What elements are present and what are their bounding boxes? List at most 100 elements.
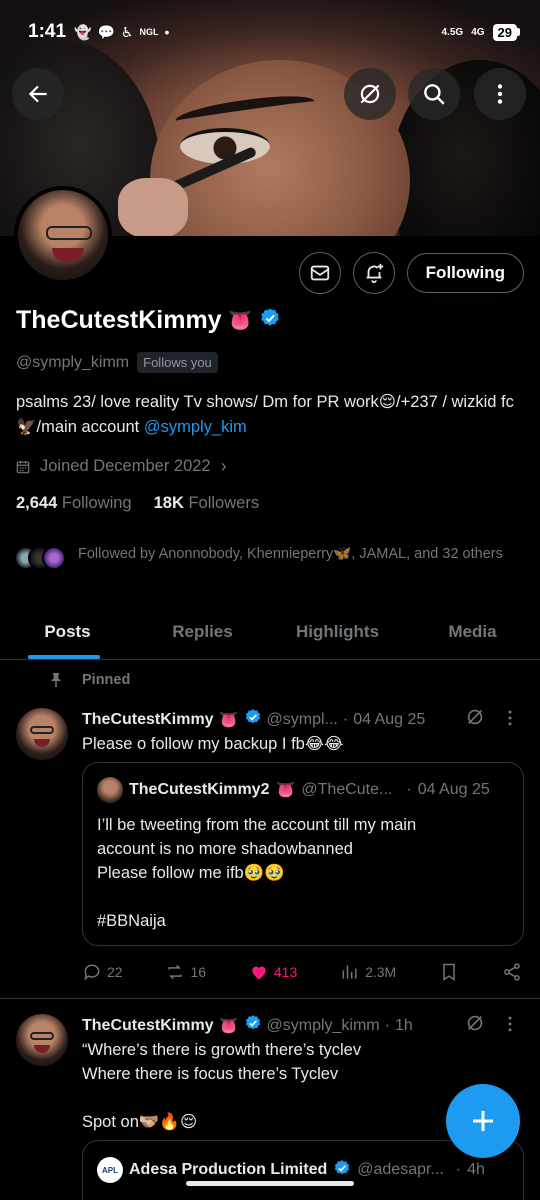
follows-you-badge: Follows you	[137, 352, 218, 373]
battery-icon: 29	[492, 23, 520, 41]
followers-avatars	[14, 546, 66, 570]
pinned-text: Pinned	[82, 672, 131, 688]
message-button[interactable]	[298, 252, 341, 294]
apl-logo-icon: APL	[97, 1157, 123, 1183]
following-label: Following	[61, 494, 132, 512]
post-sep: ·	[384, 1016, 390, 1034]
joined-date[interactable]: Joined December 2022 ›	[16, 456, 227, 477]
verified-badge-icon	[333, 1159, 351, 1182]
post-handle: @symply_kimm	[266, 1016, 380, 1034]
post-author-name[interactable]: TheCutestKimmy	[82, 711, 214, 729]
view-count: 2.3M	[365, 964, 397, 980]
accessibility-icon: ♿	[120, 23, 134, 40]
quote-date: 4h	[467, 1161, 485, 1178]
repost-button[interactable]: 16	[165, 962, 206, 982]
grok-icon[interactable]	[464, 706, 486, 728]
verified-badge-icon	[244, 1014, 262, 1037]
share-button[interactable]	[502, 962, 522, 982]
grok-icon	[360, 84, 380, 104]
notifications-button[interactable]	[352, 252, 395, 294]
profile-bio: psalms 23/ love reality Tv shows/ Dm for…	[16, 390, 524, 440]
pinned-label: Pinned	[48, 672, 130, 688]
repost-count: 16	[190, 964, 207, 980]
dot: •	[164, 24, 170, 40]
tab-posts[interactable]: Posts	[0, 604, 135, 659]
quote-hashtag: #BBNaija	[97, 912, 166, 930]
quote-line: Please follow me ifb🥹🥹	[97, 864, 285, 882]
bio-mention-link[interactable]: @symply_kim	[144, 418, 247, 436]
mail-icon	[310, 265, 329, 281]
tab-highlights[interactable]: Highlights	[270, 604, 405, 659]
post-date: 1h	[394, 1016, 413, 1034]
grok-button[interactable]	[344, 68, 396, 120]
profile-name: TheCutestKimmy	[16, 306, 222, 334]
search-icon	[424, 84, 445, 105]
following-count: 2,644	[16, 494, 58, 512]
post-pinned[interactable]: TheCutestKimmy 👅 @sympl... · 04 Aug 25 P…	[0, 700, 540, 998]
network-4g: 4G	[471, 26, 485, 38]
quote-date: 04 Aug 25	[417, 781, 490, 798]
post-header: TheCutestKimmy 👅 @symply_kimm · 1h	[82, 1014, 413, 1037]
mini-avatar	[42, 546, 66, 570]
quote-author-name: Adesa Production Limited	[129, 1161, 328, 1178]
quote-handle: @adesapr...	[357, 1161, 444, 1178]
reply-button[interactable]: 22	[82, 962, 123, 982]
quote-header: APL Adesa Production Limited @adesapr...…	[97, 1157, 485, 1183]
post-sep: ·	[342, 710, 349, 728]
like-count: 413	[273, 964, 298, 980]
bio-text: psalms 23/ love reality Tv shows/ Dm for…	[16, 393, 514, 436]
following-count-link[interactable]: 2,644 Following	[16, 494, 132, 513]
more-vertical-icon	[497, 84, 503, 104]
tab-media[interactable]: Media	[405, 604, 540, 659]
verified-badge-icon[interactable]	[259, 307, 281, 334]
snapchat-icon: 👻	[74, 23, 92, 40]
gesture-navigation-bar[interactable]	[186, 1181, 354, 1186]
quote-line: I’ll be tweeting from the account till m…	[97, 816, 417, 834]
profile-tabs: Posts Replies Highlights Media	[0, 604, 540, 660]
back-button[interactable]	[12, 68, 64, 120]
post-line: “Where’s there is growth there’s tyclev	[82, 1041, 362, 1059]
tab-replies[interactable]: Replies	[135, 604, 270, 659]
search-button[interactable]	[408, 68, 460, 120]
like-button[interactable]: 413	[249, 962, 297, 982]
following-button[interactable]: Following	[406, 253, 524, 293]
bell-plus-icon	[366, 263, 383, 284]
notification-icons: 👻 💬 ♿ NGL •	[74, 24, 169, 41]
calendar-icon	[16, 460, 30, 473]
heart-filled-icon	[252, 966, 266, 980]
quoted-post[interactable]: APL Adesa Production Limited @adesapr...…	[82, 1140, 524, 1200]
post-actions: 22 16 413 2.3M	[82, 962, 522, 982]
status-bar: 1:41 👻 💬 ♿ NGL • 4.5G 4G 29	[0, 0, 540, 64]
followers-count-link[interactable]: 18K Followers	[154, 494, 259, 513]
repost-icon	[168, 964, 183, 980]
battery-level: 29	[492, 23, 517, 41]
post-author-name[interactable]: TheCutestKimmy	[82, 1017, 214, 1035]
quote-line-blank	[97, 885, 416, 909]
views-button[interactable]: 2.3M	[340, 962, 396, 982]
post-handle: @sympl...	[266, 710, 338, 728]
views-icon	[342, 965, 357, 979]
post-date: 04 Aug 25	[353, 710, 426, 728]
status-time: 1:41	[28, 21, 67, 42]
ngl-label: NGL	[139, 27, 159, 37]
joined-text: Joined December 2022	[40, 457, 211, 475]
post-more-icon[interactable]	[500, 708, 520, 728]
verified-badge-icon	[244, 708, 262, 731]
reply-icon	[84, 964, 100, 981]
profile-avatar[interactable]	[14, 186, 112, 284]
post-avatar[interactable]	[16, 1014, 68, 1066]
post-avatar[interactable]	[16, 708, 68, 760]
post-header: TheCutestKimmy 👅 @sympl... · 04 Aug 25	[82, 708, 425, 731]
bookmark-button[interactable]	[439, 962, 459, 982]
author-emoji: 👅	[218, 711, 239, 729]
post-more-icon[interactable]	[500, 1014, 520, 1034]
grok-icon[interactable]	[464, 1012, 486, 1034]
quoted-post[interactable]: TheCutestKimmy2 👅 @TheCute... · 04 Aug 2…	[82, 762, 524, 946]
quote-sep: ·	[455, 1161, 462, 1178]
followed-by[interactable]: Followed by Anonnobody, Khennieperry🦋, J…	[14, 544, 524, 570]
more-options-button[interactable]	[474, 68, 526, 120]
followers-label: Followers	[188, 494, 260, 512]
name-emoji: 👅	[227, 310, 253, 332]
profile-actions: Following	[298, 252, 524, 294]
compose-post-button[interactable]	[446, 1084, 520, 1158]
